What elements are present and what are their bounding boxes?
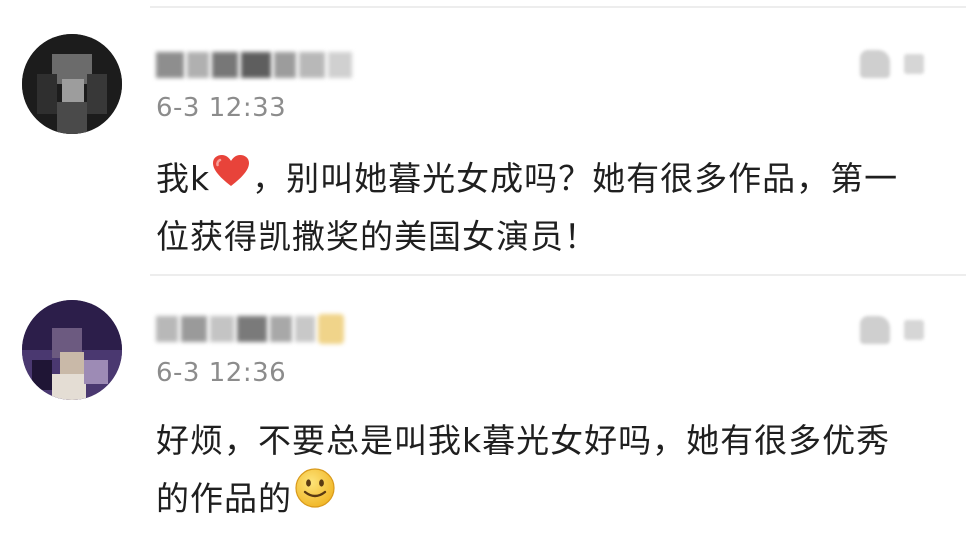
comment-content: 我k ，别叫她暮光女成吗？她有很多作品，第一 位获得凯撒奖的美国女演员！ [156,150,898,266]
comment-timestamp: 6-3 12:36 [156,358,287,388]
comment-text: 的作品的 [156,479,292,518]
comment-text: ，别叫她暮光女成吗？她有很多作品，第一 [252,159,899,198]
comment-text: 好烦，不要总是叫我k暮光女好吗，她有很多优秀 [156,421,891,460]
comment-text: 位获得凯撒奖的美国女演员！ [156,217,598,256]
comment-content: 好烦，不要总是叫我k暮光女好吗，她有很多优秀 的作品的 [156,412,890,528]
comment-text: 我k [156,159,211,198]
like-count-blurred [904,54,924,74]
comment-item: 6-3 12:33 我k ，别叫她暮光女成吗？她有很多作品，第一 位获得凯撒奖的美… [0,0,966,274]
like-button[interactable] [860,316,924,344]
comment-item: 6-3 12:36 好烦，不要总是叫我k暮光女好吗，她有很多优秀 的作品的 [0,276,966,534]
avatar[interactable] [22,300,122,400]
thumbs-up-icon [860,316,890,344]
red-heart-icon [212,148,250,206]
like-count-blurred [904,320,924,340]
username-blurred[interactable] [156,48,352,82]
smiley-face-icon [294,467,336,527]
comment-timestamp: 6-3 12:33 [156,93,287,123]
thumbs-up-icon [860,50,890,78]
username-blurred[interactable] [156,312,344,346]
member-badge-icon [318,314,344,344]
like-button[interactable] [860,50,924,78]
avatar[interactable] [22,34,122,134]
